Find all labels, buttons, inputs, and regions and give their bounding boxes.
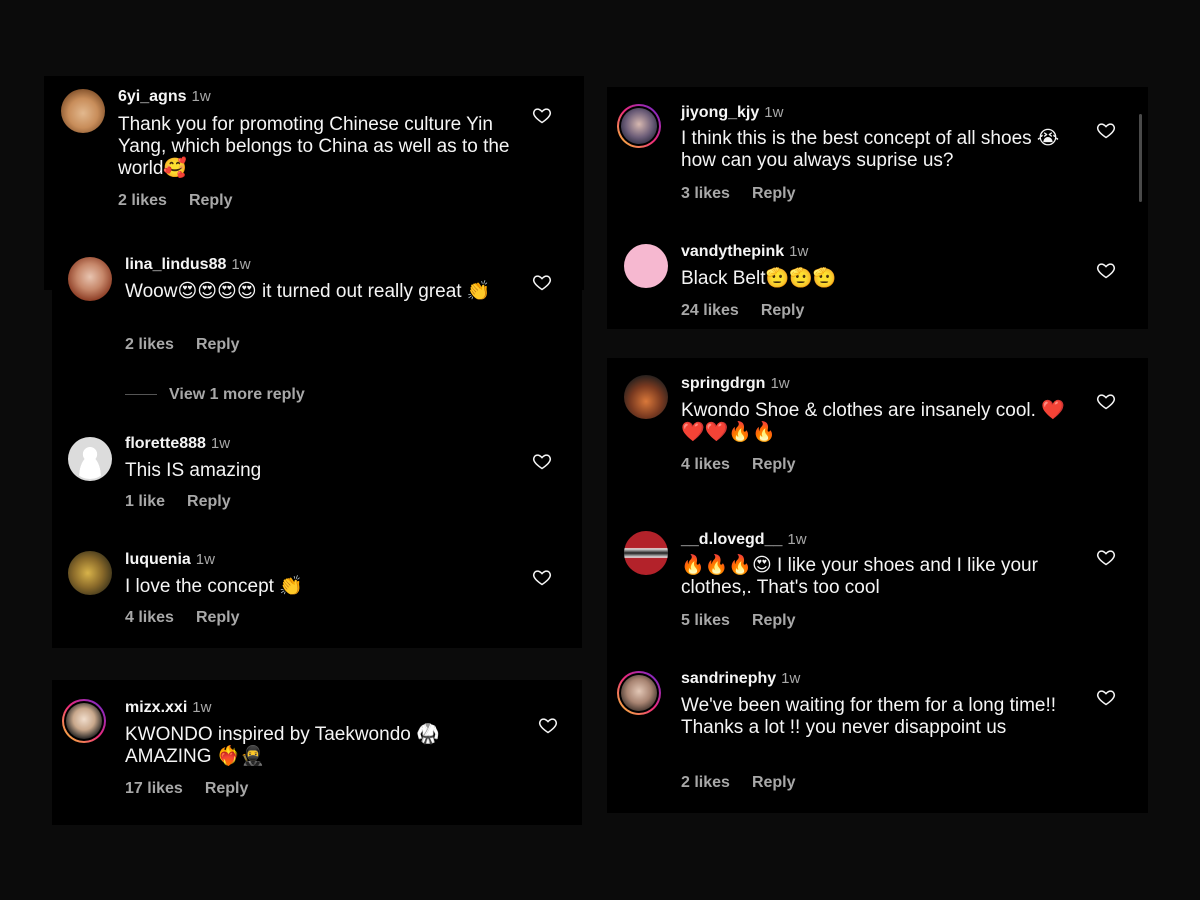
timestamp: 1w [192, 699, 212, 716]
username[interactable]: springdrgn [681, 375, 765, 392]
timestamp: 1w [781, 670, 801, 687]
comment-text: Black Belt🫡🫡🫡 [681, 268, 837, 289]
username[interactable]: vandythepink [681, 243, 784, 260]
reply-button[interactable]: Reply [752, 456, 796, 473]
avatar[interactable] [624, 244, 668, 288]
username[interactable]: __d.lovegd__ [681, 531, 782, 548]
timestamp: 1w [191, 88, 211, 105]
divider [125, 394, 157, 396]
likes-count[interactable]: 5 likes [681, 612, 730, 629]
avatar[interactable] [617, 104, 661, 148]
avatar[interactable] [624, 531, 668, 575]
username[interactable]: jiyong_kjy [681, 104, 759, 121]
username[interactable]: 6yi_agns [118, 88, 186, 105]
reply-button[interactable]: Reply [196, 336, 240, 353]
avatar[interactable] [62, 699, 106, 743]
username[interactable]: mizx.xxi [125, 699, 187, 716]
likes-count[interactable]: 24 likes [681, 302, 739, 319]
likes-count[interactable]: 1 like [125, 493, 165, 510]
avatar[interactable] [68, 437, 112, 481]
comment-text: We've been waiting for them for a long t… [681, 695, 1057, 738]
right-top-panel [607, 87, 1148, 329]
username[interactable]: florette888 [125, 435, 206, 452]
comment-text: Thank you for promoting Chinese culture … [118, 114, 510, 179]
timestamp: 1w [787, 531, 807, 548]
heart-outline-icon[interactable] [1096, 547, 1116, 567]
likes-count[interactable]: 2 likes [681, 774, 730, 791]
reply-button[interactable]: Reply [752, 612, 796, 629]
timestamp: 1w [789, 243, 809, 260]
heart-outline-icon[interactable] [532, 567, 552, 587]
heart-outline-icon[interactable] [1096, 120, 1116, 140]
likes-count[interactable]: 17 likes [125, 780, 183, 797]
avatar[interactable] [61, 89, 105, 133]
likes-count[interactable]: 4 likes [125, 609, 174, 626]
reply-button[interactable]: Reply [752, 185, 796, 202]
avatar[interactable] [68, 551, 112, 595]
likes-count[interactable]: 3 likes [681, 185, 730, 202]
heart-outline-icon[interactable] [532, 451, 552, 471]
avatar[interactable] [617, 671, 661, 715]
timestamp: 1w [764, 104, 784, 121]
heart-outline-icon[interactable] [538, 715, 558, 735]
avatar[interactable] [624, 375, 668, 419]
view-more-label: View 1 more reply [169, 386, 305, 403]
username[interactable]: lina_lindus88 [125, 256, 226, 273]
timestamp: 1w [195, 551, 215, 568]
heart-outline-icon[interactable] [1096, 391, 1116, 411]
likes-count[interactable]: 4 likes [681, 456, 730, 473]
heart-outline-icon[interactable] [1096, 260, 1116, 280]
username[interactable]: luquenia [125, 551, 191, 568]
timestamp: 1w [210, 435, 231, 452]
comment-text: KWONDO inspired by Taekwondo 🥋 AMAZING ❤… [125, 724, 440, 767]
comment-text: Kwondo Shoe & clothes are insanely cool.… [681, 400, 1065, 443]
reply-button[interactable]: Reply [196, 609, 240, 626]
username[interactable]: sandrinephy [681, 670, 776, 687]
avatar[interactable] [68, 257, 112, 301]
timestamp: 1w [231, 256, 251, 273]
scrollbar[interactable] [1139, 114, 1142, 202]
timestamp: 1w [770, 375, 790, 392]
comment-text: Woow😍😍😍😍 it turned out really great 👏 [125, 281, 491, 302]
reply-button[interactable]: Reply [761, 302, 805, 319]
comment-text: This IS amazing [125, 460, 262, 481]
likes-count[interactable]: 2 likes [118, 192, 167, 209]
comment-text: 🔥🔥🔥😍 I like your shoes and I like your c… [681, 555, 1038, 598]
heart-outline-icon[interactable] [1096, 687, 1116, 707]
reply-button[interactable]: Reply [187, 493, 231, 510]
heart-outline-icon[interactable] [532, 272, 552, 292]
comment-text: I love the concept 👏 [125, 576, 303, 597]
heart-outline-icon[interactable] [532, 105, 552, 125]
view-more-replies[interactable]: View 1 more reply [125, 386, 305, 404]
reply-button[interactable]: Reply [205, 780, 249, 797]
reply-button[interactable]: Reply [752, 774, 796, 791]
likes-count[interactable]: 2 likes [125, 336, 174, 353]
reply-button[interactable]: Reply [189, 192, 233, 209]
comment-text: I think this is the best concept of all … [681, 128, 1060, 171]
